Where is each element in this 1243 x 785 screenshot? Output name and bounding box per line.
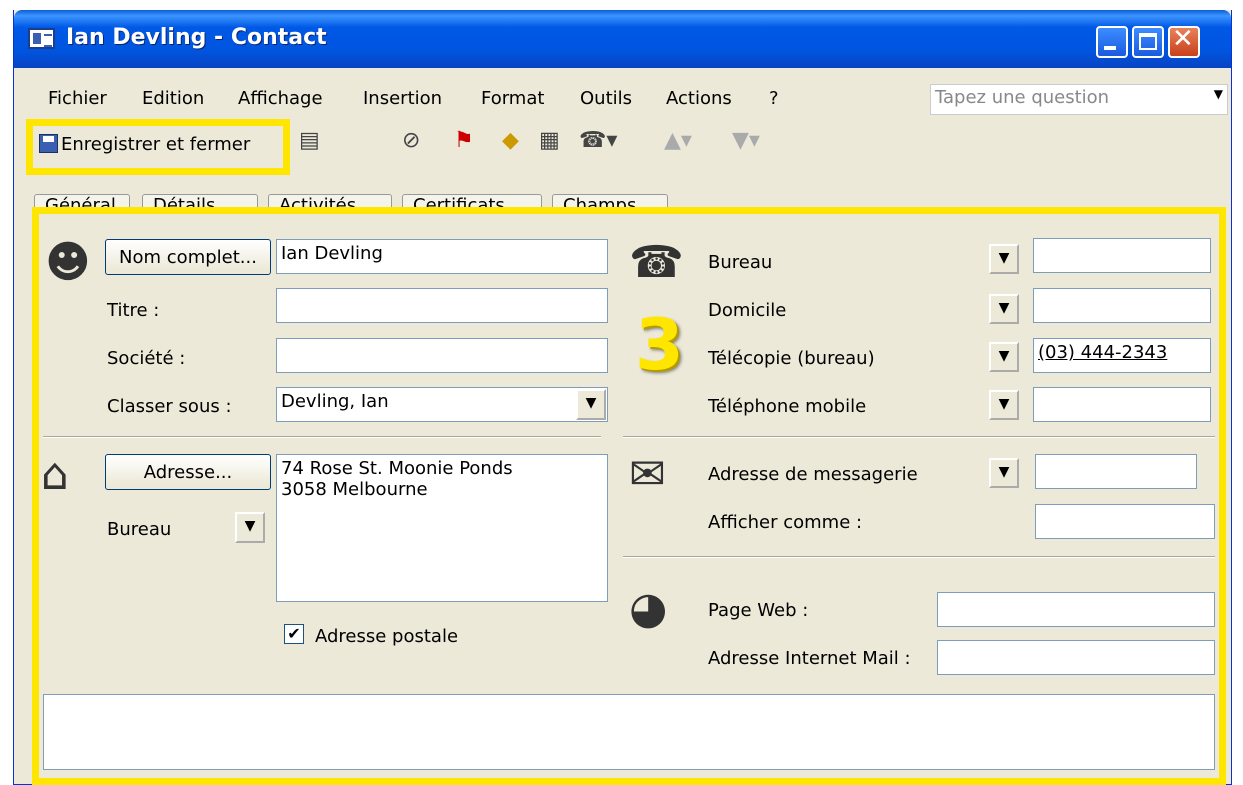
address-type-label: Bureau (107, 519, 172, 540)
address-field[interactable]: 74 Rose St. Moonie Ponds 3058 Melbourne (276, 454, 608, 602)
phone-label-fax: Télécopie (bureau) (708, 348, 875, 369)
menu-fichier[interactable]: Fichier (48, 88, 107, 109)
contact-card-icon (28, 28, 55, 49)
dial-icon[interactable]: ☎▾ (579, 128, 617, 153)
telephone-icon: ☎ (629, 237, 684, 288)
address-type-dropdown-icon[interactable]: ▼ (235, 512, 265, 543)
step-marker-3: 3 (635, 304, 684, 386)
email-label: Adresse de messagerie (708, 464, 918, 485)
web-page-field[interactable] (937, 592, 1215, 627)
save-and-close-label: Enregistrer et fermer (61, 134, 251, 155)
phone-label-mobile: Téléphone mobile (708, 396, 867, 417)
phone-type-dropdown-icon[interactable]: ▼ (989, 244, 1019, 274)
maximize-icon (1139, 33, 1157, 50)
address-card-icon[interactable]: ▦ (539, 128, 560, 153)
toolbar: Enregistrer et fermer ▤ ⊘ ⚑ ◆ ▦ ☎▾ ▲▾ ▼▾… (14, 110, 1231, 275)
full-name-button[interactable]: Nom complet... (105, 239, 271, 275)
minimize-button[interactable] (1096, 26, 1128, 58)
house-icon: ⌂ (41, 449, 69, 500)
file-as-select[interactable]: Devling, Ian ▼ (276, 387, 608, 422)
file-as-label: Classer sous : (107, 396, 232, 417)
phone-label-office: Bureau (708, 252, 773, 273)
question-placeholder: Tapez une question (935, 87, 1110, 108)
notes-area[interactable] (43, 694, 1215, 770)
email-field[interactable] (1035, 454, 1197, 489)
menu-actions[interactable]: Actions (666, 88, 732, 109)
title-bar[interactable]: Ian Devling - Contact ✕ (14, 10, 1231, 68)
right-separator-2 (623, 556, 1215, 558)
phone-type-dropdown-icon[interactable]: ▼ (989, 294, 1019, 324)
mailing-address-checkbox[interactable]: ✔ (284, 624, 304, 644)
title-label: Titre : (107, 300, 160, 321)
contact-window: Ian Devling - Contact ✕ Fichier Edition … (13, 10, 1232, 785)
menu-outils[interactable]: Outils (580, 88, 632, 109)
menu-insertion[interactable]: Insertion (363, 88, 442, 109)
phone-field-mobile[interactable] (1033, 387, 1211, 422)
close-button[interactable]: ✕ (1168, 24, 1200, 58)
web-page-icon: ◕ (629, 583, 668, 634)
title-field[interactable] (276, 288, 608, 323)
minimize-icon (1104, 46, 1116, 50)
company-label: Société : (107, 348, 186, 369)
web-page-label: Page Web : (708, 600, 809, 621)
right-separator-1 (623, 436, 1215, 438)
company-field[interactable] (276, 338, 608, 373)
maximize-button[interactable] (1132, 26, 1164, 58)
save-icon (39, 134, 58, 153)
im-address-field[interactable] (937, 640, 1215, 675)
phone-field-fax[interactable]: (03) 444-2343 (1033, 338, 1211, 373)
address-line-1: 74 Rose St. Moonie Ponds (281, 458, 513, 479)
file-as-dropdown-icon[interactable]: ▼ (576, 389, 606, 420)
general-panel: ☻ Nom complet... Ian Devling Titre : Soc… (32, 207, 1226, 785)
phone-label-home: Domicile (708, 300, 787, 321)
left-separator (43, 436, 601, 438)
im-address-label: Adresse Internet Mail : (708, 648, 911, 669)
tab-strip: Général Détails Activités Certificats Ch… (14, 180, 1231, 216)
person-icon: ☻ (45, 237, 91, 288)
menu-affichage[interactable]: Affichage (238, 88, 323, 109)
phone-field-office[interactable] (1033, 238, 1211, 273)
dropdown-arrow-icon[interactable]: ▼ (1214, 87, 1223, 101)
previous-item-icon[interactable]: ▲▾ (664, 128, 692, 153)
menu-format[interactable]: Format (481, 88, 544, 109)
window-title: Ian Devling - Contact (66, 25, 327, 50)
attach-icon[interactable]: ⊘ (402, 128, 420, 153)
display-as-label: Afficher comme : (708, 512, 863, 533)
close-icon: ✕ (1172, 24, 1194, 54)
print-icon[interactable]: ▤ (299, 128, 320, 153)
address-line-2: 3058 Melbourne (281, 479, 428, 500)
envelope-icon: ✉ (629, 449, 666, 500)
display-as-field[interactable] (1035, 504, 1215, 539)
next-item-icon[interactable]: ▼▾ (732, 128, 760, 153)
address-button[interactable]: Adresse... (105, 454, 271, 490)
phone-type-dropdown-icon[interactable]: ▼ (989, 390, 1019, 420)
flag-icon[interactable]: ⚑ (454, 128, 474, 153)
phone-type-dropdown-icon[interactable]: ▼ (989, 342, 1019, 372)
menu-bar: Fichier Edition Affichage Insertion Form… (14, 70, 1231, 115)
save-and-close-button[interactable]: Enregistrer et fermer (26, 119, 290, 175)
full-name-field[interactable]: Ian Devling (276, 239, 608, 274)
file-as-value: Devling, Ian (281, 391, 389, 412)
mailing-address-label: Adresse postale (315, 626, 459, 647)
menu-edition[interactable]: Edition (142, 88, 204, 109)
email-type-dropdown-icon[interactable]: ▼ (989, 458, 1019, 488)
menu-help[interactable]: ? (769, 88, 779, 109)
follow-up-icon[interactable]: ◆ (502, 128, 519, 153)
phone-field-home[interactable] (1033, 288, 1211, 323)
